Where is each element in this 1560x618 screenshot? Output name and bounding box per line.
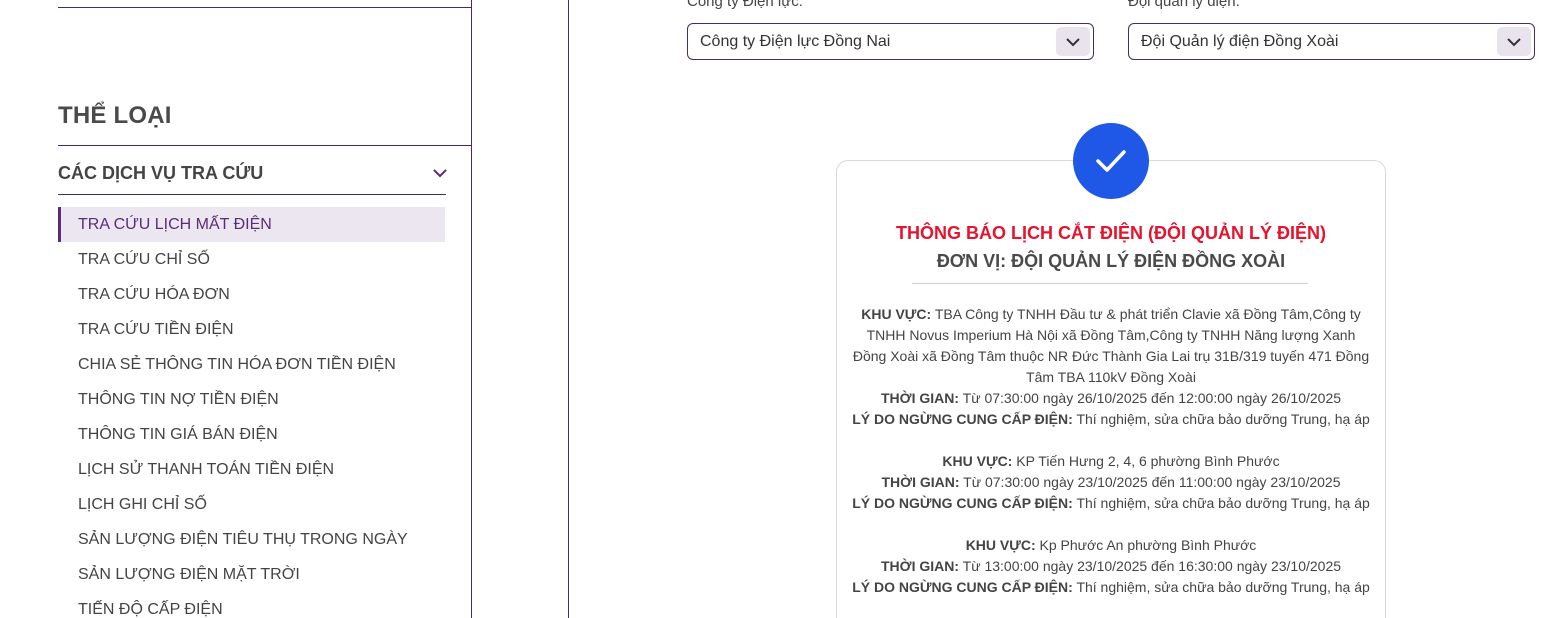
menu-item-debt-info[interactable]: THÔNG TIN NỢ TIỀN ĐIỆN [58, 382, 445, 417]
menu-item-meter-reading[interactable]: TRA CỨU CHỈ SỐ [58, 242, 445, 277]
team-field-label: Đội quản lý điện: [1128, 0, 1240, 10]
time-value: Từ 07:30:00 ngày 23/10/2025 đến 11:00:00… [963, 474, 1341, 490]
area-label: KHU VỰC: [861, 306, 932, 322]
area-label: KHU VỰC: [965, 537, 1036, 553]
menu-item-electricity-bill[interactable]: TRA CỨU TIỀN ĐIỆN [58, 312, 445, 347]
area-label: KHU VỰC: [942, 453, 1013, 469]
menu-item-solar-output[interactable]: SẢN LƯỢNG ĐIỆN MẶT TRỜI [58, 557, 445, 592]
team-select[interactable]: Đội Quản lý điện Đồng Xoài [1128, 23, 1535, 60]
divider [58, 194, 446, 195]
reason-label: LÝ DO NGỪNG CUNG CẤP ĐIỆN: [852, 495, 1073, 511]
chevron-down-icon [1507, 37, 1521, 46]
team-dropdown-button[interactable] [1497, 27, 1531, 56]
company-select[interactable]: Công ty Điện lực Đồng Nai [687, 23, 1094, 60]
reason-label: LÝ DO NGỪNG CUNG CẤP ĐIỆN: [852, 411, 1073, 427]
divider [912, 283, 1308, 284]
divider [58, 7, 471, 8]
outage-entry: KHU VỰC: KP Tiến Hưng 2, 4, 6 phường Bìn… [852, 451, 1370, 514]
reason-label: LÝ DO NGỪNG CUNG CẤP ĐIỆN: [852, 579, 1073, 595]
chevron-down-icon [433, 169, 447, 178]
menu-item-invoice[interactable]: TRA CỨU HÓA ĐƠN [58, 277, 445, 312]
sidebar: THỂ LOẠI CÁC DỊCH VỤ TRA CỨU TRA CỨU LỊC… [0, 0, 472, 618]
time-label: THỜI GIAN: [880, 558, 960, 574]
menu-item-price-info[interactable]: THÔNG TIN GIÁ BÁN ĐIỆN [58, 417, 445, 452]
team-select-value: Đội Quản lý điện Đồng Xoài [1141, 32, 1339, 50]
time-value: Từ 07:30:00 ngày 26/10/2025 đến 12:00:00… [962, 390, 1342, 406]
category-title: THỂ LOẠI [58, 102, 172, 129]
company-field-label: Công ty Điện lực: [687, 0, 803, 10]
lookup-services-group-toggle[interactable]: CÁC DỊCH VỤ TRA CỨU [58, 152, 448, 194]
menu-item-share-invoice[interactable]: CHIA SẺ THÔNG TIN HÓA ĐƠN TIỀN ĐIỆN [58, 347, 445, 382]
divider [58, 145, 471, 146]
group-label: CÁC DỊCH VỤ TRA CỨU [58, 162, 264, 183]
time-label: THỜI GIAN: [881, 474, 960, 490]
menu-item-daily-consumption[interactable]: SẢN LƯỢNG ĐIỆN TIÊU THỤ TRONG NGÀY [58, 522, 445, 557]
area-value: KP Tiến Hưng 2, 4, 6 phường Bình Phước [1016, 453, 1280, 469]
menu-item-outage-schedule[interactable]: TRA CỨU LỊCH MẤT ĐIỆN [58, 207, 445, 242]
reason-value: Thí nghiệm, sửa chữa bảo dưỡng Trung, hạ… [1076, 579, 1370, 595]
notice-title: THÔNG BÁO LỊCH CẮT ĐIỆN (ĐỘI QUẢN LÝ ĐIỆ… [896, 223, 1326, 243]
success-check-icon [1073, 123, 1149, 199]
time-label: THỜI GIAN: [880, 390, 960, 406]
unit-title: ĐƠN VỊ: ĐỘI QUẢN LÝ ĐIỆN ĐỒNG XOÀI [936, 251, 1286, 271]
menu-item-connection-progress[interactable]: TIẾN ĐỘ CẤP ĐIỆN [58, 592, 445, 618]
outage-entries: KHU VỰC: TBA Công ty TNHH Đầu tư & phát … [852, 304, 1370, 618]
reason-value: Thí nghiệm, sửa chữa bảo dưỡng Trung, hạ… [1076, 495, 1370, 511]
area-value: Kp Phước An phường Bình Phước [1039, 537, 1257, 553]
outage-entry: KHU VỰC: TBA Công ty TNHH Đầu tư & phát … [852, 304, 1370, 430]
company-select-value: Công ty Điện lực Đồng Nai [700, 32, 891, 50]
chevron-down-icon [1066, 37, 1080, 46]
company-dropdown-button[interactable] [1056, 27, 1090, 56]
area-value: TBA Công ty TNHH Đầu tư & phát triển Cla… [852, 306, 1370, 385]
time-value: Từ 13:00:00 ngày 23/10/2025 đến 16:30:00… [962, 558, 1342, 574]
menu-item-payment-history[interactable]: LỊCH SỬ THANH TOÁN TIỀN ĐIỆN [58, 452, 445, 487]
services-menu: TRA CỨU LỊCH MẤT ĐIỆN TRA CỨU CHỈ SỐ TRA… [58, 207, 445, 618]
reason-value: Thí nghiệm, sửa chữa bảo dưỡng Trung, hạ… [1076, 411, 1370, 427]
content-border [568, 0, 569, 618]
menu-item-reading-schedule[interactable]: LỊCH GHI CHỈ SỐ [58, 487, 445, 522]
outage-entry: KHU VỰC: Kp Phước An phường Bình Phước T… [852, 535, 1370, 598]
